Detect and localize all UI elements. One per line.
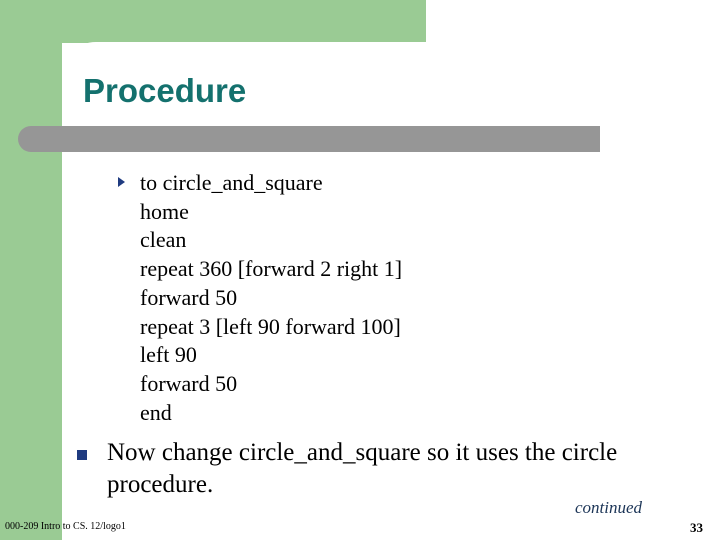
code-line: clean: [140, 227, 187, 253]
code-line: to circle_and_square: [140, 170, 323, 195]
code-line: repeat 3 [left 90 forward 100]: [140, 313, 401, 339]
continued-label: continued: [575, 498, 643, 517]
page-title: Procedure: [83, 72, 247, 109]
footer-course-label: 000-209 Intro to CS. 12/logo1: [5, 521, 126, 532]
code-listing: to circle_and_square home clean repeat 3…: [140, 169, 618, 427]
slide-canvas: Procedure to circle_and_square home clea…: [0, 0, 720, 540]
note-bullet-text: Now change circle_and_square so it uses …: [107, 439, 618, 498]
code-line: forward 50: [140, 370, 238, 396]
square-bullet-icon: [77, 450, 87, 460]
green-top-band: [0, 0, 426, 43]
triangle-bullet-icon: [118, 177, 125, 187]
green-left-band: [0, 0, 62, 540]
gray-title-underline-bar: [18, 126, 600, 152]
code-bullet-item: to circle_and_square home clean repeat 3…: [118, 169, 618, 427]
code-line: end: [140, 399, 172, 425]
note-bullet-item: Now change circle_and_square so it uses …: [77, 437, 657, 501]
code-line: forward 50: [140, 284, 238, 310]
page-number: 33: [690, 520, 703, 535]
code-line: left 90: [140, 342, 197, 368]
code-line: repeat 360 [forward 2 right 1]: [140, 256, 403, 282]
code-line: home: [140, 198, 189, 224]
